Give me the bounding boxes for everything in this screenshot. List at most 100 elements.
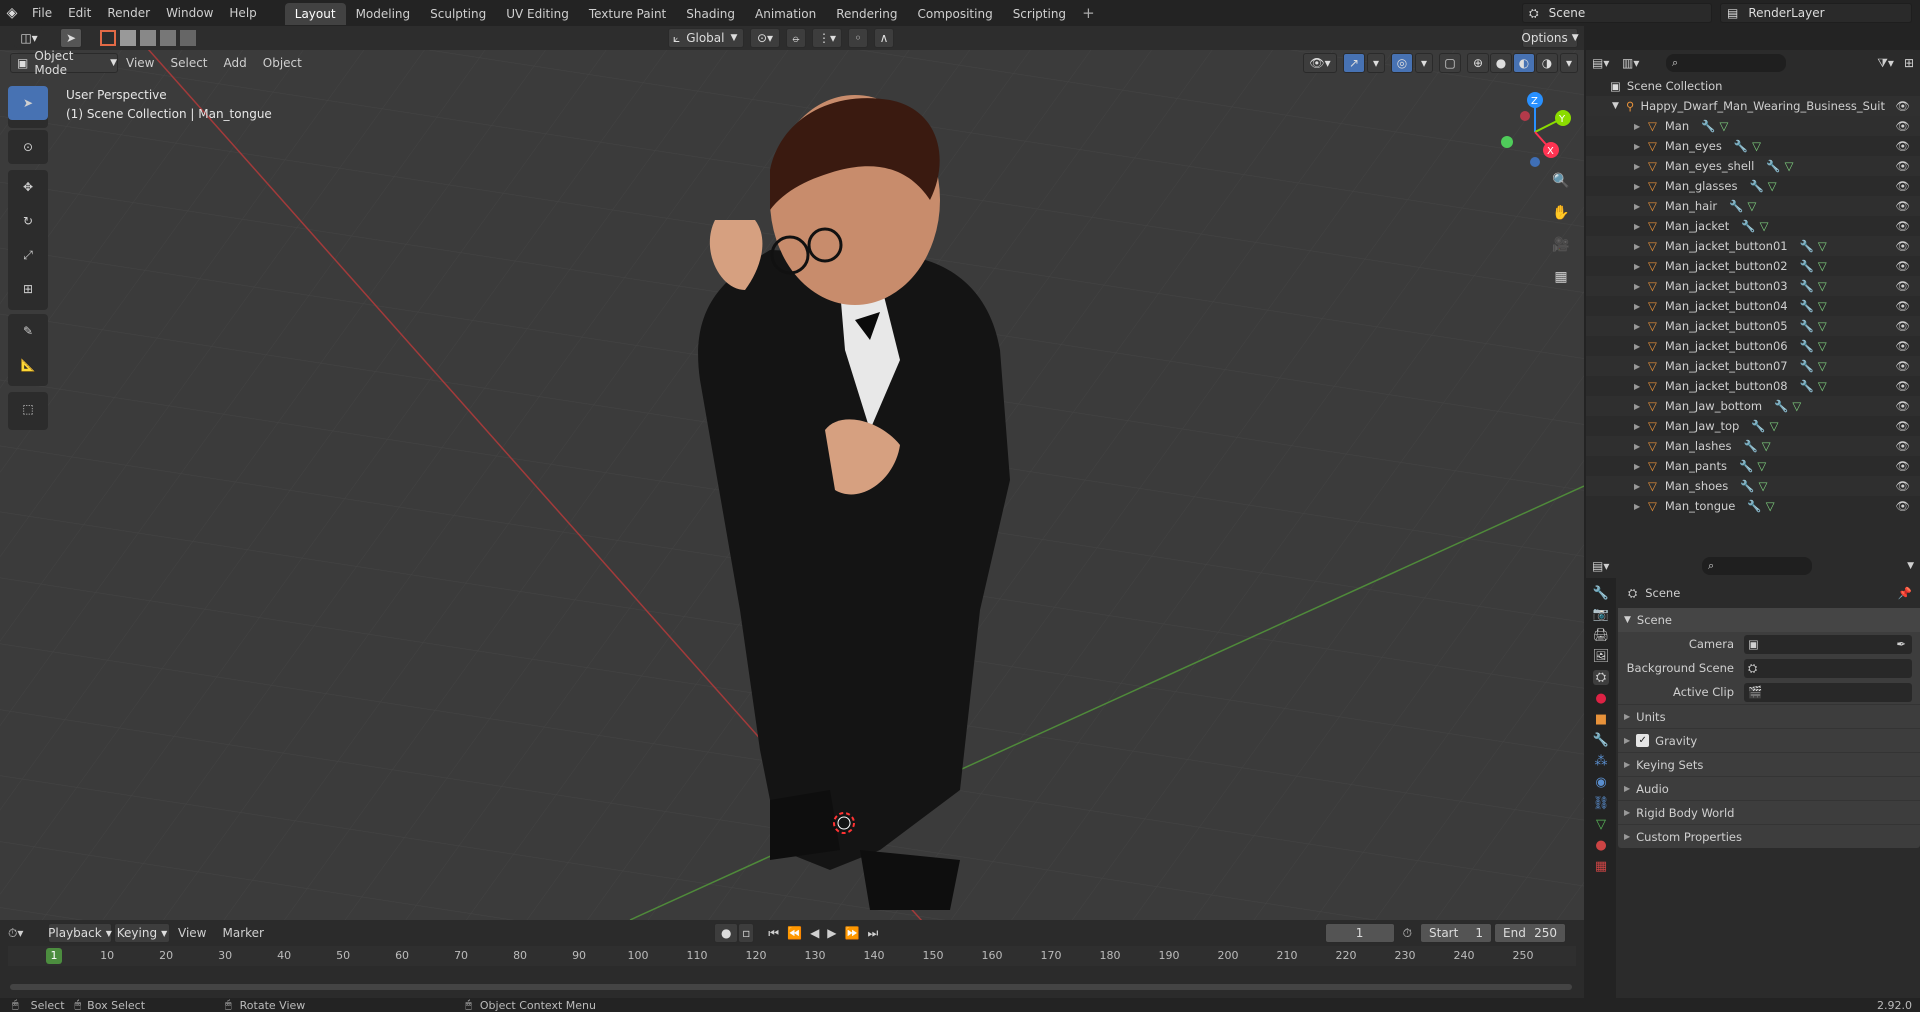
chevron-right-icon[interactable]: ▶ <box>1634 362 1648 371</box>
current-frame-field[interactable]: 1 <box>1324 923 1395 943</box>
scene-panel-header[interactable]: ▼ Scene <box>1618 608 1920 632</box>
eye-icon[interactable]: 👁 <box>1895 399 1910 413</box>
add-workspace-icon[interactable]: + <box>1082 4 1095 22</box>
tab-uv-editing[interactable]: UV Editing <box>496 3 579 25</box>
record-button[interactable]: ● <box>714 923 739 943</box>
outliner-item[interactable]: ▶ ▽ Man_Jaw_top 🔧 ▽ 👁 <box>1586 416 1920 436</box>
select-mode-button[interactable]: ➤ <box>60 28 82 48</box>
eye-icon[interactable]: 👁 <box>1895 279 1910 293</box>
shading-dropdown[interactable]: ▾ <box>1560 53 1578 73</box>
menu-render[interactable]: Render <box>99 0 158 26</box>
chevron-right-icon[interactable]: ▶ <box>1634 502 1648 511</box>
gravity-checkbox[interactable]: ✓ <box>1636 734 1650 747</box>
outliner-item[interactable]: ▶ ▽ Man_jacket 🔧 ▽ 👁 <box>1586 216 1920 236</box>
subpanel-header[interactable]: ▶ Custom Properties <box>1618 824 1920 848</box>
eye-icon[interactable]: 👁 <box>1895 239 1910 253</box>
play-reverse-icon[interactable]: ◀ <box>810 926 819 940</box>
chevron-right-icon[interactable]: ▶ <box>1634 162 1648 171</box>
tool-cursor[interactable]: ⊙ <box>8 130 48 164</box>
jump-key-back-icon[interactable]: ⏪ <box>787 926 802 940</box>
output-tab-icon[interactable]: 🖨 <box>1593 628 1610 643</box>
tool-annotate[interactable]: ✎ <box>8 314 48 348</box>
chevron-right-icon[interactable]: ▶ <box>1634 442 1648 451</box>
chevron-right-icon[interactable]: ▶ <box>1634 322 1648 331</box>
overlay-toggle[interactable]: ◎ <box>1391 53 1413 73</box>
outliner-search[interactable]: ⌕ <box>1666 54 1786 72</box>
playback-dropdown[interactable]: Playback ▼ <box>48 923 112 943</box>
snap-dropdown[interactable]: ⋮▾ <box>812 28 842 48</box>
outliner-item[interactable]: ▶ ▽ Man_eyes_shell 🔧 ▽ 👁 <box>1586 156 1920 176</box>
outliner-item[interactable]: ▶ ▽ Man_eyes 🔧 ▽ 👁 <box>1586 136 1920 156</box>
tab-animation[interactable]: Animation <box>745 3 826 25</box>
physics-tab-icon[interactable]: ◉ <box>1595 775 1606 790</box>
tab-compositing[interactable]: Compositing <box>907 3 1002 25</box>
shading-wireframe[interactable]: ⊕ <box>1467 53 1489 73</box>
select-new-icon[interactable] <box>100 30 116 46</box>
outliner-item[interactable]: ▶ ▽ Man_jacket_button03 🔧 ▽ 👁 <box>1586 276 1920 296</box>
tool-tab-icon[interactable]: 🔧 <box>1593 586 1609 601</box>
select-extend-icon[interactable] <box>120 30 136 46</box>
camera-icon[interactable]: 🎥 <box>1548 232 1574 258</box>
options-dropdown[interactable]: Options ▼ <box>1521 28 1579 48</box>
timeline-menu-marker[interactable]: Marker <box>214 920 271 946</box>
eye-icon[interactable]: 👁 <box>1895 219 1910 233</box>
outliner-item[interactable]: ▶ ▽ Man_jacket_button08 🔧 ▽ 👁 <box>1586 376 1920 396</box>
tab-scripting[interactable]: Scripting <box>1003 3 1076 25</box>
tool-scale[interactable]: ⤢ <box>8 238 48 272</box>
subpanel-header[interactable]: ▶ ✓ Gravity <box>1618 728 1920 752</box>
start-frame-field[interactable]: Start 1 <box>1420 923 1492 943</box>
background-scene-field[interactable]: ⛭ <box>1744 658 1912 678</box>
eye-icon[interactable]: 👁 <box>1895 379 1910 393</box>
outliner-item[interactable]: ▶ ▽ Man 🔧 ▽ 👁 <box>1586 116 1920 136</box>
eye-icon[interactable]: 👁 <box>1895 499 1910 513</box>
orientation-dropdown[interactable]: ⟀ Global ▼ <box>668 28 744 48</box>
navigation-gizmo[interactable]: Z Y X <box>1495 92 1575 172</box>
viewport-menu-view[interactable]: View <box>118 50 162 76</box>
chevron-right-icon[interactable]: ▶ <box>1634 122 1648 131</box>
grid-icon[interactable]: ▦ <box>1548 264 1574 290</box>
tool-add-cube[interactable]: ⬚ <box>8 392 48 426</box>
outliner-item[interactable]: ▶ ▽ Man_shoes 🔧 ▽ 👁 <box>1586 476 1920 496</box>
mode-dropdown[interactable]: ▣ Object Mode ▼ <box>10 49 118 77</box>
current-frame-marker[interactable]: 1 <box>46 948 62 964</box>
gizmo-dropdown[interactable]: ▾ <box>1367 53 1385 73</box>
pivot-dropdown[interactable]: ⊙▾ <box>750 28 780 48</box>
chevron-right-icon[interactable]: ▶ <box>1634 282 1648 291</box>
tool-measure[interactable]: 📐 <box>8 348 48 382</box>
jump-end-icon[interactable]: ⏭ <box>867 926 878 941</box>
gizmo-neg-y[interactable] <box>1501 136 1513 148</box>
tool-rotate[interactable]: ↻ <box>8 204 48 238</box>
tab-sculpting[interactable]: Sculpting <box>420 3 496 25</box>
outliner-item[interactable]: ▶ ▽ Man_jacket_button06 🔧 ▽ 👁 <box>1586 336 1920 356</box>
outliner-item[interactable]: ▶ ▽ Man_pants 🔧 ▽ 👁 <box>1586 456 1920 476</box>
chevron-right-icon[interactable]: ▶ <box>1634 242 1648 251</box>
end-frame-field[interactable]: End 250 <box>1494 923 1566 943</box>
eye-icon[interactable]: 👁 <box>1895 299 1910 313</box>
world-tab-icon[interactable]: ● <box>1595 691 1606 706</box>
chevron-right-icon[interactable]: ▶ <box>1634 182 1648 191</box>
outliner-item[interactable]: ▶ ▽ Man_jacket_button01 🔧 ▽ 👁 <box>1586 236 1920 256</box>
display-mode-icon[interactable]: ▥▾ <box>1622 56 1652 70</box>
chevron-right-icon[interactable]: ▶ <box>1634 302 1648 311</box>
eye-icon[interactable]: 👁 <box>1895 339 1910 353</box>
chevron-right-icon[interactable]: ▶ <box>1634 142 1648 151</box>
chevron-down-icon[interactable]: ▼ <box>1907 561 1914 571</box>
gizmo-neg-z[interactable] <box>1530 157 1540 167</box>
editor-type-button[interactable]: ◫▾ <box>14 28 44 48</box>
active-clip-field[interactable]: 🎬 <box>1744 682 1912 702</box>
outliner-item[interactable]: ▶ ▽ Man_jacket_button02 🔧 ▽ 👁 <box>1586 256 1920 276</box>
outliner-item[interactable]: ▶ ▽ Man_jacket_button07 🔧 ▽ 👁 <box>1586 356 1920 376</box>
outliner-type-icon[interactable]: ▤▾ <box>1592 56 1622 70</box>
3d-viewport[interactable]: User Perspective (1) Scene Collection | … <box>0 50 1584 920</box>
jump-key-forward-icon[interactable]: ⏩ <box>845 926 860 940</box>
eye-icon[interactable]: 👁 <box>1895 259 1910 273</box>
snap-toggle[interactable]: ⦵ <box>786 28 806 48</box>
chevron-right-icon[interactable]: ▶ <box>1634 342 1648 351</box>
chevron-right-icon[interactable]: ▶ <box>1634 222 1648 231</box>
auto-key-button[interactable]: ▫ <box>738 923 755 943</box>
preview-range-icon[interactable]: ⏱ <box>1403 926 1412 941</box>
gizmo-neg-x[interactable] <box>1520 111 1530 121</box>
tab-layout[interactable]: Layout <box>284 3 346 25</box>
new-collection-icon[interactable]: ⊞ <box>1904 56 1914 70</box>
shading-material[interactable]: ◐ <box>1513 53 1535 73</box>
